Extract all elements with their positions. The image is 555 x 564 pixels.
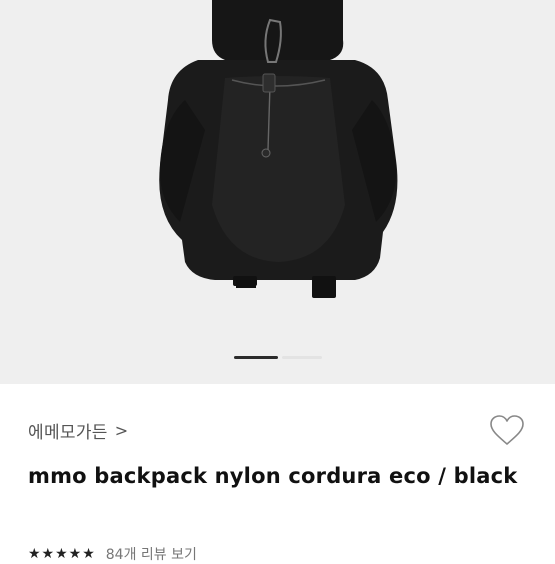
product-title: mmo backpack nylon cordura eco / black [28, 464, 518, 488]
pager-inactive-indicator[interactable] [282, 356, 322, 359]
review-count-link[interactable]: 84개 리뷰 보기 [106, 544, 197, 564]
like-button[interactable] [488, 412, 526, 448]
product-image-gallery[interactable] [0, 0, 555, 384]
gallery-pager [0, 356, 555, 360]
backpack-image [159, 0, 398, 298]
brand-name: 에메모가든 [28, 423, 108, 443]
heart-outline-icon [490, 415, 524, 445]
product-info: 에메모가든 > mmo backpack nylon cordura eco /… [0, 384, 555, 563]
star-rating: ★★★★★ [28, 546, 96, 562]
chevron-right-icon: > [114, 421, 129, 440]
brand-link[interactable]: 에메모가든 > [28, 418, 128, 443]
rating-row[interactable]: ★★★★★ 84개 리뷰 보기 [28, 544, 197, 564]
pager-active-indicator[interactable] [234, 356, 278, 359]
